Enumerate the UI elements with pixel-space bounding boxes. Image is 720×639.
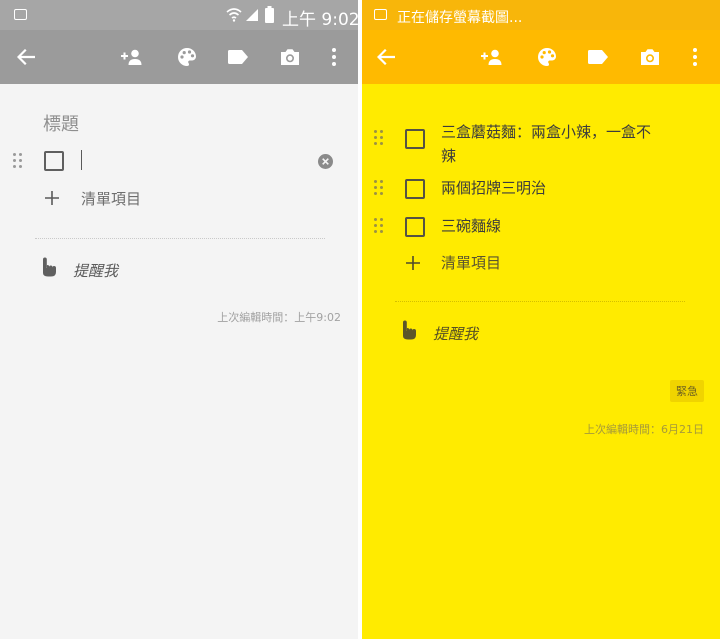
label-button[interactable] xyxy=(216,30,260,84)
hand-point-icon[interactable] xyxy=(400,320,417,340)
battery-icon xyxy=(265,6,274,23)
list-item-text[interactable]: 辣 xyxy=(441,144,456,168)
plus-icon[interactable] xyxy=(406,256,420,270)
item-checkbox[interactable] xyxy=(44,151,64,171)
last-edited-time: 上次編輯時間：上午9:02 xyxy=(217,311,341,324)
list-item-text[interactable]: 三碗麵線 xyxy=(441,214,501,238)
divider xyxy=(35,238,325,239)
image-notification-icon xyxy=(14,9,27,20)
item-checkbox[interactable] xyxy=(405,179,425,199)
note-toolbar xyxy=(362,30,720,84)
palette-icon xyxy=(178,48,196,66)
reminder-button[interactable]: 提醒我 xyxy=(73,260,118,281)
note-toolbar xyxy=(0,30,358,84)
more-vert-icon xyxy=(332,48,336,66)
color-button[interactable] xyxy=(525,30,569,84)
person-add-icon xyxy=(121,49,142,65)
status-bar: 上午 9:02 xyxy=(0,0,358,30)
status-time: 上午 9:02 xyxy=(282,10,358,30)
color-button[interactable] xyxy=(165,30,209,84)
signal-icon xyxy=(246,9,258,21)
label-tag-icon xyxy=(228,50,248,64)
drag-handle-icon[interactable] xyxy=(374,180,384,196)
camera-button[interactable] xyxy=(628,30,672,84)
plus-icon[interactable] xyxy=(45,191,59,205)
camera-icon xyxy=(641,49,659,65)
person-add-icon xyxy=(481,49,502,65)
hand-point-icon[interactable] xyxy=(40,257,57,277)
title-field[interactable]: 標題 xyxy=(43,110,79,136)
item-checkbox[interactable] xyxy=(405,129,425,149)
arrow-left-icon xyxy=(17,49,35,65)
drag-handle-icon[interactable] xyxy=(374,218,384,234)
divider xyxy=(395,301,685,302)
back-button[interactable] xyxy=(364,30,408,84)
wifi-icon xyxy=(226,8,242,22)
palette-icon xyxy=(538,48,556,66)
add-collaborator-button[interactable] xyxy=(110,30,154,84)
shopping-note-screen: 正在儲存螢幕截圖... 三盒蘑菇麵：兩盒小辣，一盒不 辣 兩個招牌三明治 三碗麵… xyxy=(362,0,720,639)
add-list-item[interactable]: 清單項目 xyxy=(81,187,141,211)
reminder-button[interactable]: 提醒我 xyxy=(433,323,478,344)
drag-handle-icon[interactable] xyxy=(374,130,384,146)
list-item-text[interactable]: 三盒蘑菇麵：兩盒小辣，一盒不 xyxy=(441,120,651,144)
back-button[interactable] xyxy=(4,30,48,84)
empty-note-screen: 上午 9:02 標題 清單項目 提醒我 上次編輯時間：上午9:02 xyxy=(0,0,358,639)
add-collaborator-button[interactable] xyxy=(470,30,514,84)
label-chip[interactable]: 緊急 xyxy=(670,380,704,402)
last-edited-time: 上次編輯時間：6月21日 xyxy=(584,423,704,436)
drag-handle-icon[interactable] xyxy=(13,153,23,169)
more-options-button[interactable] xyxy=(312,30,356,84)
text-cursor[interactable] xyxy=(81,150,82,170)
more-vert-icon xyxy=(693,48,697,66)
label-button[interactable] xyxy=(576,30,620,84)
clear-circle-icon[interactable] xyxy=(318,154,333,169)
list-item-text[interactable]: 兩個招牌三明治 xyxy=(441,176,546,200)
label-tag-icon xyxy=(588,50,608,64)
camera-button[interactable] xyxy=(268,30,312,84)
camera-icon xyxy=(281,49,299,65)
notification-text: 正在儲存螢幕截圖... xyxy=(397,10,523,26)
status-bar: 正在儲存螢幕截圖... xyxy=(362,0,720,30)
item-checkbox[interactable] xyxy=(405,217,425,237)
more-options-button[interactable] xyxy=(673,30,717,84)
add-list-item[interactable]: 清單項目 xyxy=(441,251,501,275)
image-notification-icon xyxy=(374,9,387,20)
arrow-left-icon xyxy=(377,49,395,65)
